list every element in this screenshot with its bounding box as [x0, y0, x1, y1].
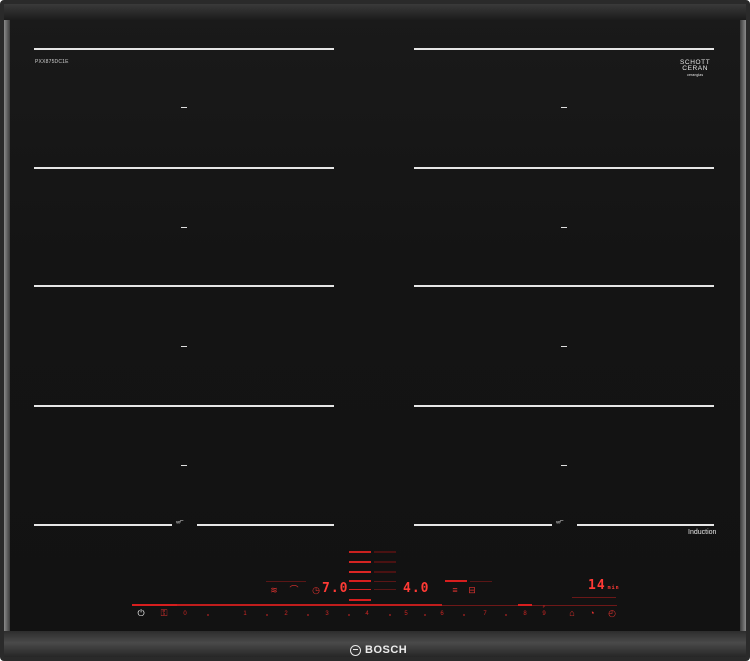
- zone-right-1-top-line: [414, 48, 714, 50]
- flex-zone-left-bridge-icon: ᵥₓ⌐: [176, 518, 184, 525]
- display-separator-left: [349, 589, 371, 590]
- power-scale-5[interactable]: 5: [401, 611, 411, 617]
- power-scale-1[interactable]: 1: [240, 611, 250, 617]
- power-slider-track[interactable]: [177, 604, 442, 606]
- middle-power-display: 4.0: [403, 581, 430, 596]
- power-scale-6[interactable]: 6: [437, 611, 447, 617]
- right-display-top-bar: [445, 580, 467, 582]
- power-level-bar-1: [349, 551, 371, 553]
- power-scale-dot: [207, 614, 209, 616]
- zone-right-4-top-line: [414, 405, 714, 407]
- power-scale-3[interactable]: 3: [322, 611, 332, 617]
- center-display-top-bar-b: [374, 581, 396, 582]
- timer-icon[interactable]: ◷: [310, 586, 322, 595]
- slider-right-highlight: [518, 604, 532, 606]
- power-scale-dot: [307, 614, 309, 616]
- pot-icon[interactable]: ≡: [449, 586, 461, 595]
- zone-left-bottom-line-b: [197, 524, 334, 526]
- pan-icon[interactable]: ⌒: [287, 586, 301, 595]
- zone-left-2-marker: [181, 227, 187, 228]
- center-display-top-bar: [349, 580, 371, 582]
- power-scale-dot: [505, 614, 507, 616]
- induction-hob: ᵥₓ⌐ ᵥₓ⌐ PXX875DC1E SCHOTT CERAN cerangla…: [0, 0, 750, 661]
- power-level-bar-2b: [374, 561, 396, 563]
- stopwatch-icon[interactable]: ◔: [586, 609, 598, 618]
- power-scale-7[interactable]: 7: [480, 611, 490, 617]
- zone-left-3-marker: [181, 346, 187, 347]
- power-scale-dot: [348, 614, 350, 616]
- timer-display: 14 min: [588, 578, 620, 593]
- zone-left-4-top-line: [34, 405, 334, 407]
- power-level-bar-3b: [374, 571, 396, 573]
- zone-right-3-marker: [561, 346, 567, 347]
- bosch-armature-icon: [350, 644, 361, 656]
- fry-sensor-icon[interactable]: ≋: [267, 586, 281, 595]
- power-icon[interactable]: ⏻: [135, 609, 147, 618]
- hob-left-frame: [4, 20, 10, 635]
- power-scale-4[interactable]: 4: [362, 611, 372, 617]
- power-scale-0[interactable]: 0: [180, 611, 190, 617]
- model-number: PXX875DC1E: [35, 59, 69, 65]
- zone-right-4-marker: [561, 465, 567, 466]
- power-level-bar-1b: [374, 551, 396, 553]
- power-boost[interactable]: P: [539, 604, 549, 609]
- zone-left-bottom-line-a: [34, 524, 172, 526]
- bosch-logo: BOSCH: [350, 644, 407, 656]
- child-lock-icon[interactable]: ⚿: [158, 609, 170, 618]
- power-scale-dot: [389, 614, 391, 616]
- zone-right-1-marker: [561, 107, 567, 108]
- power-scale-2[interactable]: 2: [281, 611, 291, 617]
- power-scale-8[interactable]: 8: [520, 611, 530, 617]
- left-display-top-guide: [266, 581, 306, 582]
- left-power-display: 7.0: [322, 581, 349, 596]
- zone-left-1-marker: [181, 107, 187, 108]
- zone-right-bottom-line-b: [577, 524, 714, 526]
- power-slider-track-left[interactable]: [132, 604, 177, 606]
- power-scale-dot: [424, 614, 426, 616]
- brand-name: BOSCH: [365, 644, 408, 656]
- zone-left-4-marker: [181, 465, 187, 466]
- power-scale-dot: [463, 614, 465, 616]
- zone-left-1-top-line: [34, 48, 334, 50]
- power-scale-9[interactable]: 9: [539, 611, 549, 617]
- zone-right-2-marker: [561, 227, 567, 228]
- display-separator-right: [374, 589, 396, 590]
- zone-left-2-top-line: [34, 167, 334, 169]
- zone-right-2-top-line: [414, 167, 714, 169]
- move-mode-icon[interactable]: ⌂: [566, 609, 578, 618]
- zone-right-3-top-line: [414, 285, 714, 287]
- flex-zone-right-bridge-icon: ᵥₓ⌐: [556, 518, 564, 525]
- hob-right-frame: [740, 20, 746, 635]
- hob-top-frame: [4, 4, 746, 20]
- center-display-bottom-bar: [349, 599, 371, 601]
- bell-icon[interactable]: ⊟: [466, 586, 478, 595]
- induction-label: Induction: [688, 529, 717, 536]
- alarm-timer-icon[interactable]: ◴: [606, 609, 618, 618]
- right-display-top-guide: [470, 581, 492, 582]
- power-scale-dot: [266, 614, 268, 616]
- power-level-bar-3: [349, 571, 371, 573]
- zone-left-3-top-line: [34, 285, 334, 287]
- power-level-bar-2: [349, 561, 371, 563]
- schott-ceran-logo: SCHOTT CERAN ceranglas: [680, 59, 711, 77]
- zone-right-bottom-line-a: [414, 524, 552, 526]
- timer-underline: [572, 597, 616, 598]
